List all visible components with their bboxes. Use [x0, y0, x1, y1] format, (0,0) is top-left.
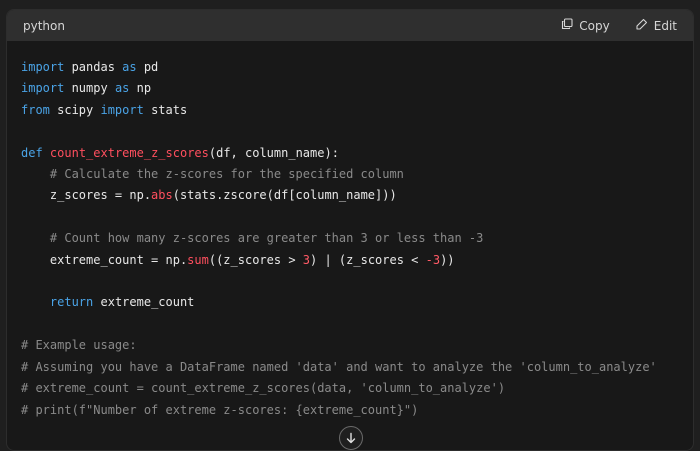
code-token: pd — [136, 60, 159, 74]
copy-label: Copy — [579, 18, 610, 33]
edit-button[interactable]: Edit — [636, 18, 677, 33]
code-line-3: from scipy import stats — [21, 103, 187, 117]
code-token: pandas — [64, 60, 123, 74]
code-header: python Copy Edit — [7, 10, 693, 41]
code-comment: # Count how many z-scores are greater th… — [21, 231, 484, 246]
keyword: as — [122, 60, 137, 74]
code-content: import pandas as pd import numpy as np f… — [7, 41, 693, 421]
language-label: python — [23, 18, 65, 33]
code-token: ((z_scores > — [208, 252, 303, 267]
code-token: extreme_count — [93, 295, 195, 310]
keyword: import — [21, 81, 65, 96]
keyword: from — [21, 102, 50, 117]
builtin-call: sum — [187, 252, 209, 267]
code-line-2: import numpy as np — [21, 81, 151, 95]
code-token: )) — [440, 252, 455, 267]
edit-label: Edit — [653, 18, 677, 33]
code-block: python Copy Edit import pandas as pd imp… — [6, 9, 694, 451]
number-literal: 3 — [302, 252, 311, 267]
keyword: import — [21, 60, 65, 74]
code-comment: # Calculate the z-scores for the specifi… — [21, 167, 404, 182]
keyword: as — [114, 81, 130, 96]
code-token: numpy — [64, 81, 115, 96]
code-comment: # extreme_count = count_extreme_z_scores… — [21, 381, 506, 396]
code-line-5: def count_extreme_z_scores(df, column_na… — [21, 146, 339, 160]
function-name: count_extreme_z_scores — [49, 145, 209, 160]
copy-icon — [561, 18, 573, 33]
code-token: stats — [143, 102, 188, 117]
code-actions: Copy Edit — [561, 18, 677, 33]
code-token: (stats.zscore(df[column_name])) — [172, 188, 397, 203]
builtin-call: abs — [151, 188, 173, 203]
copy-button[interactable]: Copy — [561, 18, 610, 33]
code-token: np — [129, 81, 152, 96]
code-comment: # Assuming you have a DataFrame named 'd… — [21, 359, 657, 374]
code-token: extreme_count = np. — [21, 252, 188, 267]
number-literal: -3 — [425, 252, 441, 267]
code-line-12: return extreme_count — [21, 295, 195, 310]
keyword: def — [21, 145, 43, 160]
code-line-7: z_scores = np.abs(stats.zscore(df[column… — [21, 188, 397, 202]
edit-icon — [636, 18, 648, 33]
code-token: ) | (z_scores < — [310, 252, 426, 267]
code-token: (df, column_name): — [208, 145, 339, 160]
code-comment: # Example usage: — [21, 338, 137, 353]
keyword: import — [100, 102, 144, 117]
keyword: return — [49, 295, 94, 310]
code-token: z_scores = np. — [21, 188, 152, 203]
scroll-down-button[interactable] — [339, 426, 363, 450]
code-token: scipy — [49, 102, 101, 117]
code-comment: # print(f"Number of extreme z-scores: {e… — [21, 402, 419, 417]
code-line-10: extreme_count = np.sum((z_scores > 3) | … — [21, 253, 455, 267]
code-line-1: import pandas as pd — [21, 60, 158, 74]
